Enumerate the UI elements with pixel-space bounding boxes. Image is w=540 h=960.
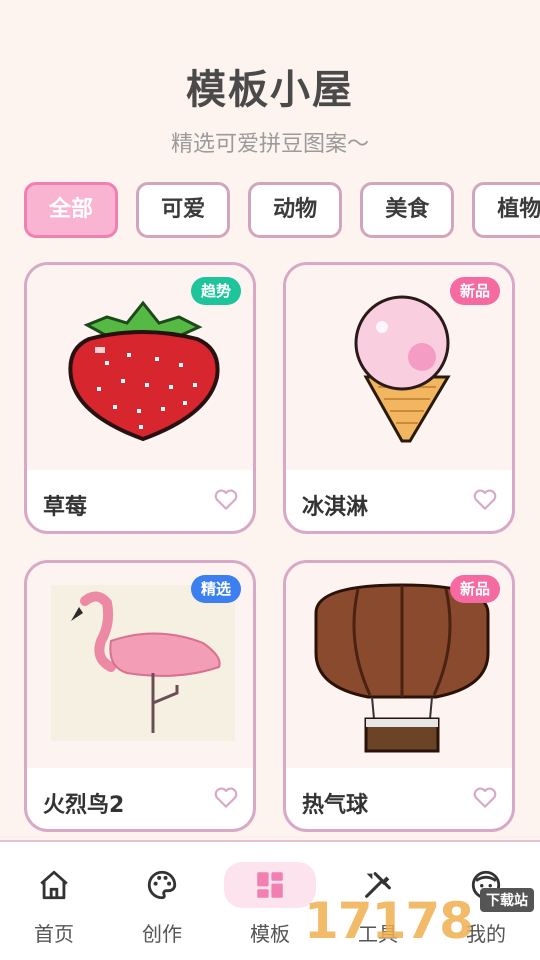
nav-label: 创作 xyxy=(142,922,182,946)
template-card-hot-air-balloon[interactable]: 新品 热气球 xyxy=(283,560,515,832)
template-name: 冰淇淋 xyxy=(302,495,369,520)
page-header: 模板小屋 精选可爱拼豆图案～ xyxy=(0,62,540,160)
nav-label: 首页 xyxy=(34,922,74,946)
heart-icon[interactable] xyxy=(472,487,498,513)
template-name: 草莓 xyxy=(43,495,88,520)
heart-icon[interactable] xyxy=(472,785,498,811)
watermark-tag: 下载站 xyxy=(480,888,534,912)
template-name: 火烈鸟2 xyxy=(43,793,125,818)
badge-featured: 精选 xyxy=(190,575,241,603)
category-chip-cute[interactable]: 可爱 xyxy=(136,182,231,238)
watermark-digits: 17178 xyxy=(304,892,474,950)
template-thumbnail: 新品 xyxy=(286,563,512,768)
category-chip-animals[interactable]: 动物 xyxy=(248,182,343,238)
nav-item-create[interactable]: 创作 xyxy=(112,856,212,952)
badge-new: 新品 xyxy=(449,575,500,603)
heart-icon[interactable] xyxy=(213,487,239,513)
page-title: 模板小屋 xyxy=(186,67,354,113)
category-chip-plants[interactable]: 植物 xyxy=(472,182,540,238)
home-icon xyxy=(40,870,68,900)
page-subtitle: 精选可爱拼豆图案～ xyxy=(170,132,369,157)
nav-item-home[interactable]: 首页 xyxy=(4,856,104,952)
template-thumbnail: 精选 xyxy=(27,563,253,768)
template-card-ice-cream[interactable]: 新品 冰淇淋 xyxy=(283,262,515,534)
category-chip-food[interactable]: 美食 xyxy=(360,182,455,238)
category-filter-bar: 全部 可爱 动物 美食 植物 xyxy=(24,182,540,240)
template-thumbnail: 趋势 xyxy=(27,265,253,470)
template-name: 热气球 xyxy=(302,793,369,818)
template-card-strawberry[interactable]: 趋势 草莓 xyxy=(24,262,256,534)
grid-icon xyxy=(257,872,283,898)
template-card-flamingo[interactable]: 精选 火烈鸟2 xyxy=(24,560,256,832)
badge-trending: 趋势 xyxy=(190,277,241,305)
badge-new: 新品 xyxy=(449,277,500,305)
palette-icon xyxy=(147,870,177,900)
site-watermark: 17178 下载站 xyxy=(304,888,534,952)
category-chip-all[interactable]: 全部 xyxy=(24,182,118,238)
template-thumbnail: 新品 xyxy=(286,265,512,470)
heart-icon[interactable] xyxy=(213,785,239,811)
